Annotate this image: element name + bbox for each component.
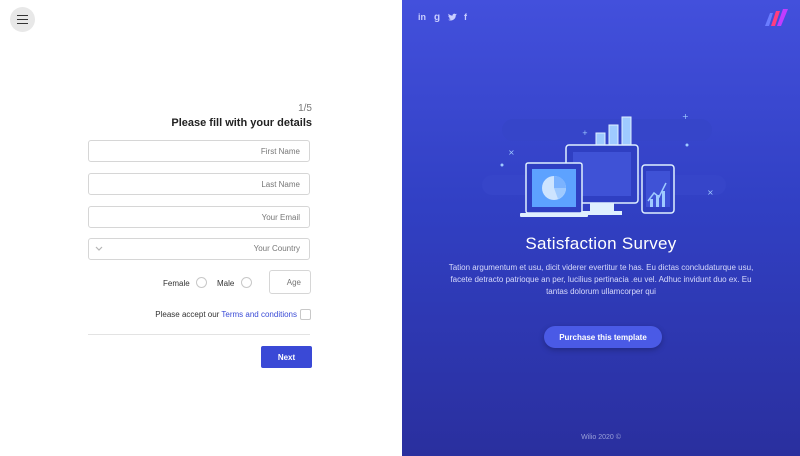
male-radio[interactable]: [241, 277, 252, 288]
age-field[interactable]: [269, 270, 311, 294]
male-label: Male: [217, 279, 235, 288]
country-select[interactable]: Your Country: [88, 238, 310, 260]
facebook-icon[interactable]: f: [464, 12, 467, 22]
google-icon[interactable]: g: [434, 12, 440, 23]
first-name-field[interactable]: [88, 140, 310, 162]
female-label: Female: [163, 279, 190, 288]
hero-panel: in g f × + + × Satisfaction Survey Tatio…: [402, 0, 800, 456]
purchase-button[interactable]: Purchase this template: [544, 326, 662, 348]
hero-description: Tation argumentum et usu, dicit viderer …: [448, 263, 754, 296]
hero-title: Satisfaction Survey: [525, 234, 677, 253]
female-radio[interactable]: [196, 277, 207, 288]
hamburger-menu-icon[interactable]: [10, 7, 35, 32]
copyright: Wilio 2020 ©: [581, 434, 621, 441]
svg-text:+: +: [682, 112, 689, 121]
email-field[interactable]: [88, 206, 310, 228]
form-title: Please fill with your details: [171, 117, 312, 129]
analytics-illustration: × + + ×: [482, 112, 726, 217]
terms-text: Please accept our Terms and conditions: [155, 310, 297, 319]
form-panel: 1/5 Please fill with your details Your C…: [0, 0, 402, 456]
twitter-icon[interactable]: [448, 13, 457, 21]
step-counter: 1/5: [298, 103, 312, 114]
terms-label: Please accept our: [155, 310, 220, 319]
svg-text:+: +: [582, 129, 588, 137]
svg-text:×: ×: [508, 148, 515, 157]
svg-text:×: ×: [707, 188, 714, 197]
logo-icon: [765, 9, 788, 26]
divider: [88, 334, 310, 335]
next-button[interactable]: Next: [261, 346, 312, 368]
last-name-field[interactable]: [88, 173, 310, 195]
chevron-down-icon: [95, 246, 103, 251]
linkedin-icon[interactable]: in: [418, 12, 426, 22]
terms-link[interactable]: Terms and conditions: [221, 310, 297, 319]
terms-checkbox[interactable]: [300, 309, 311, 320]
